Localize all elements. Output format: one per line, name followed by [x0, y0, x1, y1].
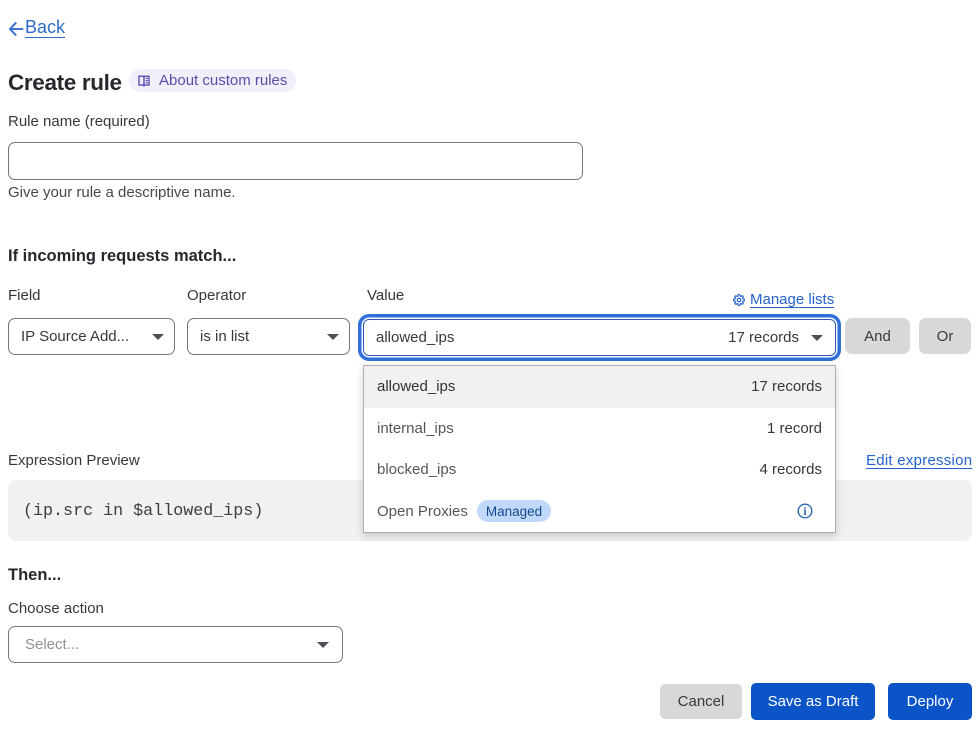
svg-text:i: i — [803, 506, 807, 518]
